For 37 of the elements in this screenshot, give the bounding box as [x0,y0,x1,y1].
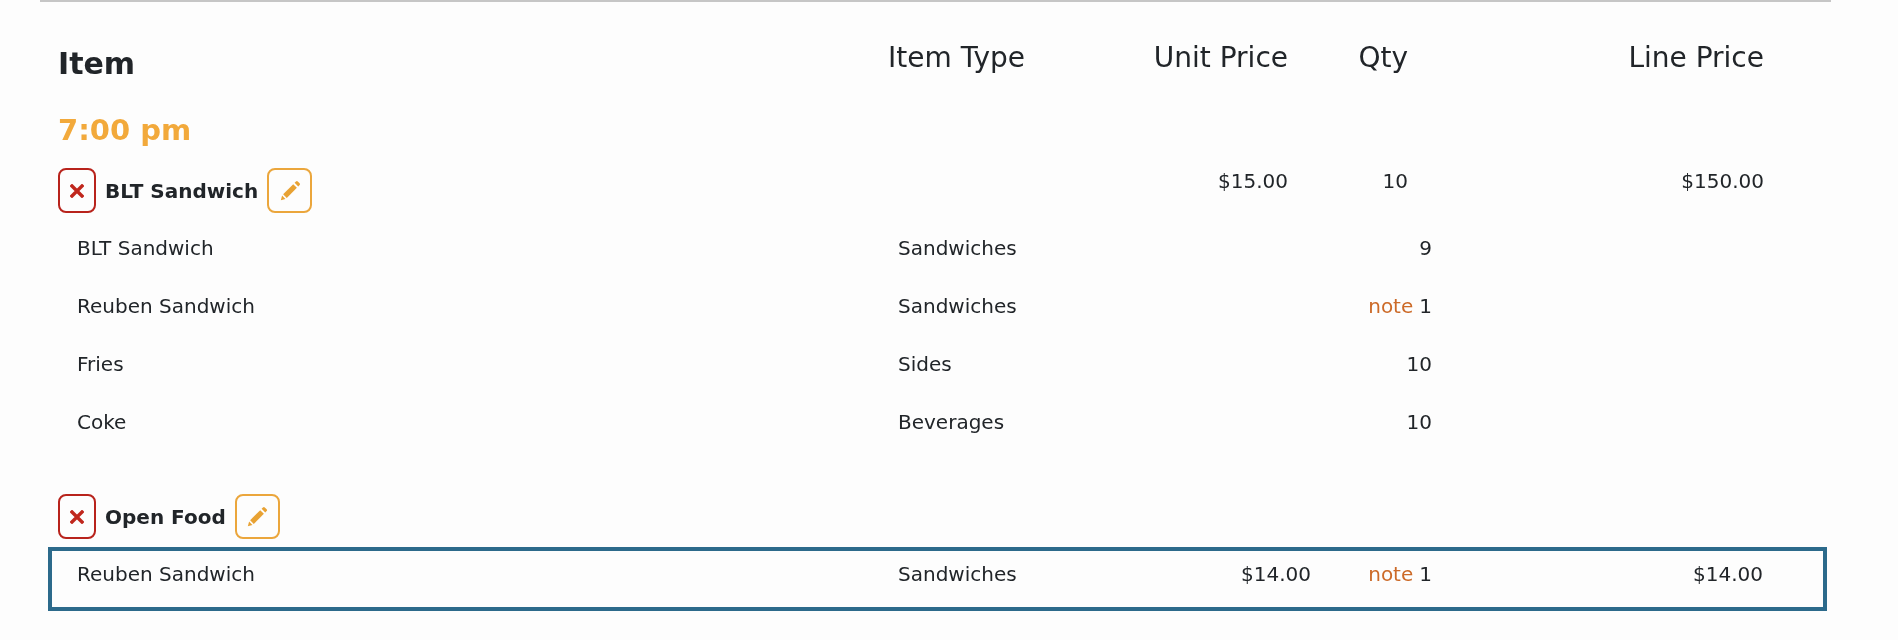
pencil-icon [278,179,301,202]
column-header: Item [58,46,136,82]
column-header: Line Price [1628,41,1764,75]
item-name: Reuben Sandwich [77,562,255,586]
quantity: 1 [1419,294,1432,318]
time-heading: 7:00 pm [58,112,192,148]
item-name: BLT Sandwich [77,236,214,260]
pencil-icon [246,505,269,528]
quantity: 9 [1419,236,1432,260]
item-type: Beverages [898,410,1005,434]
quantity: 10 [1406,352,1432,376]
column-header: Unit Price [1153,41,1288,75]
remove-button[interactable] [58,494,96,539]
item-name: Reuben Sandwich [77,294,255,318]
order-name: Open Food [105,503,226,530]
unit-price: $14.00 [1241,562,1311,586]
unit-price: $15.00 [1218,168,1288,194]
order-name: BLT Sandwich [105,177,259,204]
column-header: Item Type [888,41,1025,75]
line-price: $150.00 [1681,168,1764,194]
quantity: 10 [1382,168,1408,194]
item-type: Sandwiches [898,294,1017,318]
item-type: Sides [898,352,952,376]
line-price: $14.00 [1693,562,1763,586]
item-type: Sandwiches [898,236,1017,260]
note-link[interactable]: note [1368,562,1414,586]
quantity: 10 [1406,410,1432,434]
column-header: Qty [1358,41,1408,75]
remove-button[interactable] [58,168,96,213]
item-name: Coke [77,410,127,434]
quantity: 1 [1419,562,1432,586]
note-link[interactable]: note [1368,294,1414,318]
selected-row[interactable]: Reuben Sandwich Sandwiches $14.00 note 1 $14.00 [48,547,1827,611]
cross-icon [70,509,84,524]
item-type: Sandwiches [898,562,1017,586]
cross-icon [70,183,84,198]
item-name: Fries [77,352,124,376]
